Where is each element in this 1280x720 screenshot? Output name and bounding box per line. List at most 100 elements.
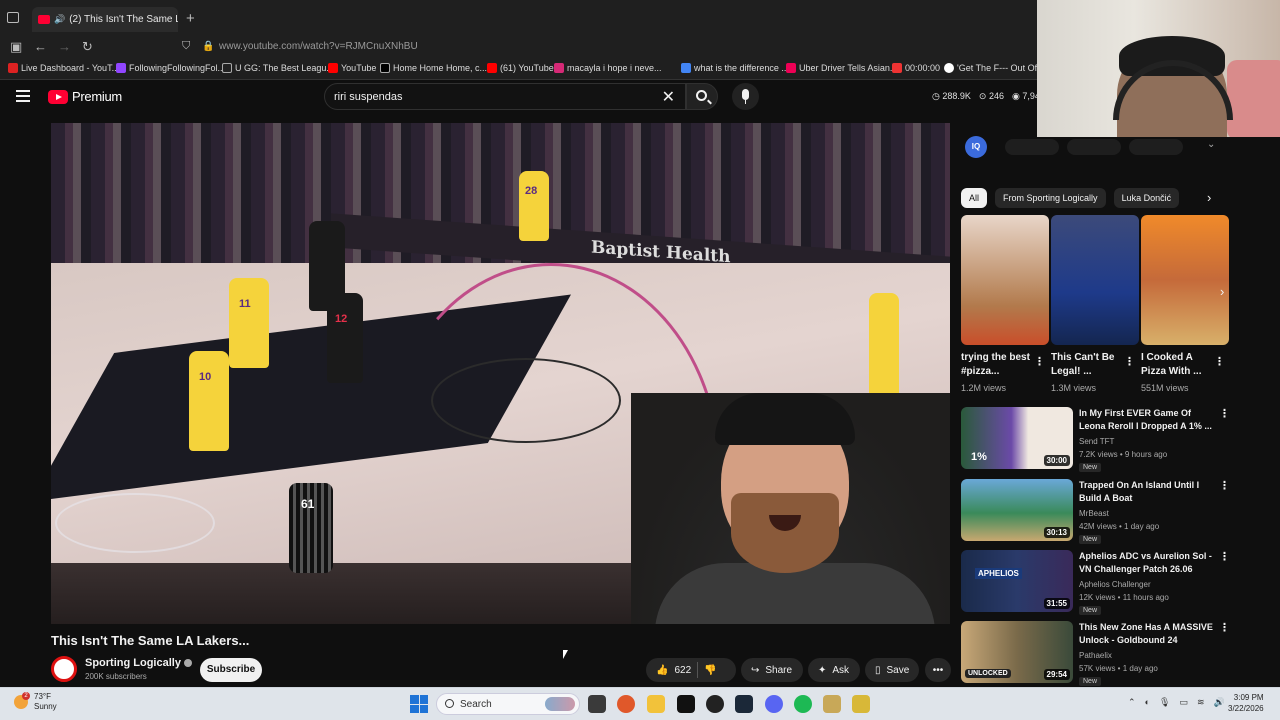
bookmark-item[interactable]: 'Get The F--- Out Of M [944, 63, 1047, 73]
more-options-icon[interactable]: ⋮ [1219, 621, 1230, 634]
bookmark-item[interactable]: (61) YouTube [487, 63, 554, 73]
task-view-icon[interactable] [588, 695, 606, 713]
reload-icon[interactable]: ↻ [82, 39, 93, 55]
chevron-up-icon[interactable]: ⌃ [1128, 697, 1136, 708]
more-options-icon[interactable]: ⋮ [1034, 355, 1045, 368]
channel-name[interactable]: Sporting Logically [85, 657, 192, 669]
chevron-right-icon[interactable]: › [1220, 284, 1224, 299]
search-input[interactable]: riri suspendas ✕ [324, 83, 686, 110]
short-thumbnail[interactable] [1051, 215, 1139, 345]
chip-all[interactable]: All [961, 188, 988, 208]
recommended-video[interactable]: 1% 30:00 In My First EVER Game Of Leona … [961, 407, 1231, 472]
tab-list-icon[interactable] [7, 12, 19, 23]
more-options-icon[interactable]: ⋮ [1219, 550, 1230, 563]
discord-icon[interactable] [765, 695, 783, 713]
video-player[interactable]: Baptist Health 28 11 10 12 61 [51, 123, 950, 624]
player-heat [309, 221, 345, 311]
microphone-icon[interactable]: 🎙 [1159, 697, 1170, 708]
recommended-video[interactable]: APHELIOS 31:55 Aphelios ADC vs Aurelion … [961, 550, 1231, 615]
file-explorer-icon[interactable] [647, 695, 665, 713]
extension-pill[interactable] [1067, 139, 1121, 155]
extension-pill[interactable] [1129, 139, 1183, 155]
voice-search-icon[interactable] [732, 83, 759, 110]
chip-from-channel[interactable]: From Sporting Logically [995, 188, 1106, 208]
chip-luka[interactable]: Luka Dončić [1113, 188, 1180, 208]
sidebar-toggle-icon[interactable]: ▣ [10, 39, 22, 55]
short-title[interactable]: I Cooked A Pizza With ... [1141, 351, 1213, 379]
bookmark-item[interactable]: 00:00:00 [892, 63, 940, 73]
more-options-icon[interactable]: ⋮ [1124, 355, 1135, 368]
video-thumbnail[interactable]: 30:13 [961, 479, 1073, 541]
bookmark-item[interactable]: U GG: The Best Leagu... [222, 63, 334, 73]
youtube-header: Premium riri suspendas ✕ ◷ 288.9K ⊙ 246 … [0, 80, 1040, 114]
like-icon[interactable]: 👍 [656, 665, 668, 676]
chevron-down-icon[interactable]: ⌄ [1207, 139, 1215, 150]
x-app-icon[interactable] [677, 695, 695, 713]
spotify-icon[interactable] [794, 695, 812, 713]
taskbar-search[interactable]: Search [436, 693, 580, 715]
save-button[interactable]: ▯ Save [865, 658, 919, 682]
recommended-video[interactable]: 30:13 Trapped On An Island Until I Build… [961, 479, 1231, 544]
video-thumbnail[interactable]: 1% 30:00 [961, 407, 1073, 469]
recommended-video[interactable]: UNLOCKED 29:54 This New Zone Has A MASSI… [961, 621, 1231, 686]
bookmark-item[interactable]: FollowingFollowingFol... [116, 63, 225, 73]
extension-stats: ◷ 288.9K ⊙ 246 ◉ 7,94 [932, 91, 1040, 102]
clear-search-icon[interactable]: ✕ [662, 87, 675, 107]
notification-badge: 2 [22, 692, 30, 700]
iq-extension-icon[interactable]: IQ [965, 136, 987, 158]
short-title[interactable]: This Can't Be Legal! ... [1051, 351, 1123, 379]
menu-icon[interactable] [16, 90, 30, 102]
back-icon[interactable]: ← [34, 39, 47, 54]
streamer-webcam [1037, 0, 1280, 137]
subscribe-button[interactable]: Subscribe [200, 658, 262, 682]
steam-icon[interactable] [735, 695, 753, 713]
shield-icon[interactable]: ⛉ [182, 40, 190, 53]
dislike-icon[interactable]: 👎 [704, 665, 716, 676]
video-thumbnail[interactable]: APHELIOS 31:55 [961, 550, 1073, 612]
game-icon[interactable] [706, 695, 724, 713]
address-bar[interactable]: www.youtube.com/watch?v=RJMCnuXNhBU [219, 41, 418, 52]
channel-avatar[interactable] [51, 656, 77, 682]
player-lakers: 28 [519, 171, 549, 241]
display-icon[interactable]: ▭ [1179, 697, 1188, 708]
search-highlight-icon [545, 697, 575, 711]
browser-tab[interactable]: 🔊 (2) This Isn't The Same LA L ✕ [32, 7, 178, 32]
search-button[interactable] [686, 83, 718, 110]
center-circle [431, 358, 621, 443]
firefox-icon[interactable] [617, 695, 635, 713]
short-title[interactable]: trying the best #pizza... [961, 351, 1033, 379]
bookmark-item[interactable]: what is the difference ... [681, 63, 789, 73]
wifi-icon[interactable]: ≋ [1197, 697, 1205, 708]
bookmark-item[interactable]: macayla i hope i neve... [554, 63, 662, 73]
bookmark-item[interactable]: YouTube [328, 63, 376, 73]
ask-button[interactable]: ✦ Ask [808, 658, 860, 682]
network-icon[interactable]: ◐ [1145, 697, 1150, 708]
weather-widget[interactable]: 2 73°F Sunny [14, 692, 57, 712]
chevron-right-icon[interactable]: › [1207, 190, 1211, 205]
league-icon[interactable] [823, 695, 841, 713]
short-thumbnail[interactable] [1141, 215, 1229, 345]
system-clock[interactable]: 3:09 PM 3/22/2026 [1228, 692, 1264, 714]
volume-icon[interactable]: 🔊 [1213, 697, 1224, 708]
youtube-logo[interactable]: Premium [48, 89, 122, 104]
start-icon[interactable] [410, 695, 428, 713]
player-lakers [869, 293, 899, 403]
forward-icon[interactable]: → [58, 39, 71, 54]
riot-icon[interactable] [852, 695, 870, 713]
video-thumbnail[interactable]: UNLOCKED 29:54 [961, 621, 1073, 683]
bookmark-item[interactable]: Live Dashboard - YouT... [8, 63, 119, 73]
short-views: 1.2M views [961, 383, 1007, 393]
lock-icon[interactable]: 🔒 [202, 41, 214, 52]
share-button[interactable]: ↪ Share [741, 658, 803, 682]
more-options-icon[interactable]: ⋮ [1214, 355, 1225, 368]
short-thumbnail[interactable] [961, 215, 1049, 345]
extension-pill[interactable] [1005, 139, 1059, 155]
more-options-icon[interactable]: ⋮ [1219, 407, 1230, 420]
bookmark-item[interactable]: Home Home Home, c... [380, 63, 487, 73]
new-tab-icon[interactable]: + [186, 10, 195, 27]
like-dislike-group: 👍 622 👎 [646, 658, 736, 682]
more-actions-button[interactable]: ••• [925, 658, 951, 682]
more-options-icon[interactable]: ⋮ [1219, 479, 1230, 492]
bookmark-item[interactable]: Uber Driver Tells Asian... [786, 63, 897, 73]
like-count[interactable]: 622 [674, 665, 691, 676]
